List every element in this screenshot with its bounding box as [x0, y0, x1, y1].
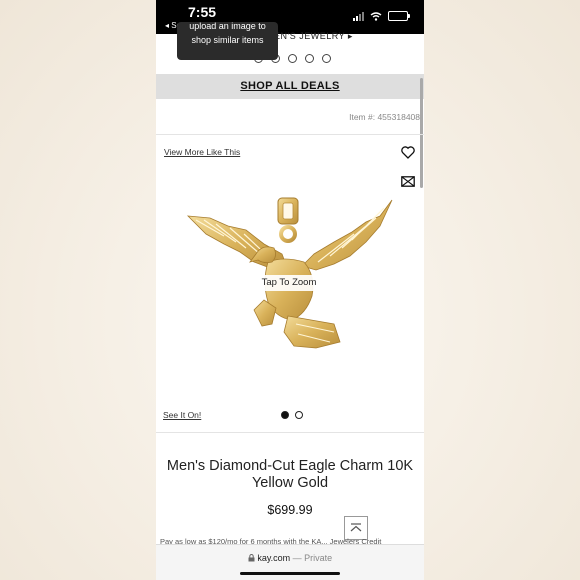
visual-search-tooltip: upload an image to shop similar items: [177, 22, 278, 60]
image-dot-active[interactable]: [281, 411, 289, 419]
image-carousel-dots: [281, 411, 303, 419]
item-number: Item #: 455318408: [349, 112, 420, 122]
category-breadcrumb[interactable]: EN'S JEWELRY ▸: [274, 31, 353, 42]
signal-icon: [353, 11, 364, 21]
back-to-top-icon: [350, 523, 362, 532]
heart-icon[interactable]: [401, 146, 415, 159]
tap-to-zoom-label[interactable]: Tap To Zoom: [247, 275, 331, 291]
url-domain: kay.com: [257, 553, 291, 563]
mail-icon[interactable]: [401, 176, 415, 187]
see-it-on-link[interactable]: See It On!: [163, 410, 201, 420]
carousel-dot[interactable]: [288, 54, 297, 63]
tooltip-line-1: upload an image to: [189, 22, 266, 31]
status-icons: [353, 11, 410, 21]
lock-icon: [248, 554, 255, 562]
wifi-icon: [370, 11, 382, 21]
shop-all-deals-link[interactable]: SHOP ALL DEALS: [240, 80, 339, 92]
view-more-like-this-link[interactable]: View More Like This: [164, 147, 240, 157]
phone-screen: 7:55 ◂ Search EN'S JEWELRY ▸ upload an i…: [156, 0, 424, 580]
product-title: Men's Diamond-Cut Eagle Charm 10K Yellow…: [166, 458, 414, 491]
product-price: $699.99: [267, 503, 313, 517]
shop-all-deals-banner[interactable]: SHOP ALL DEALS: [156, 74, 424, 99]
image-dot[interactable]: [295, 411, 303, 419]
browser-url-bar[interactable]: kay.com — Private: [156, 544, 424, 580]
carousel-dot[interactable]: [305, 54, 314, 63]
status-time: 7:55: [188, 4, 217, 20]
divider: [156, 134, 424, 135]
scrollbar[interactable]: [420, 78, 423, 188]
tooltip-line-2: shop similar items: [191, 35, 264, 45]
battery-icon: [388, 11, 410, 21]
home-indicator[interactable]: [240, 572, 340, 575]
divider: [156, 432, 424, 433]
carousel-dot[interactable]: [322, 54, 331, 63]
private-label: — Private: [292, 553, 333, 563]
url-display[interactable]: kay.com — Private: [156, 553, 424, 563]
